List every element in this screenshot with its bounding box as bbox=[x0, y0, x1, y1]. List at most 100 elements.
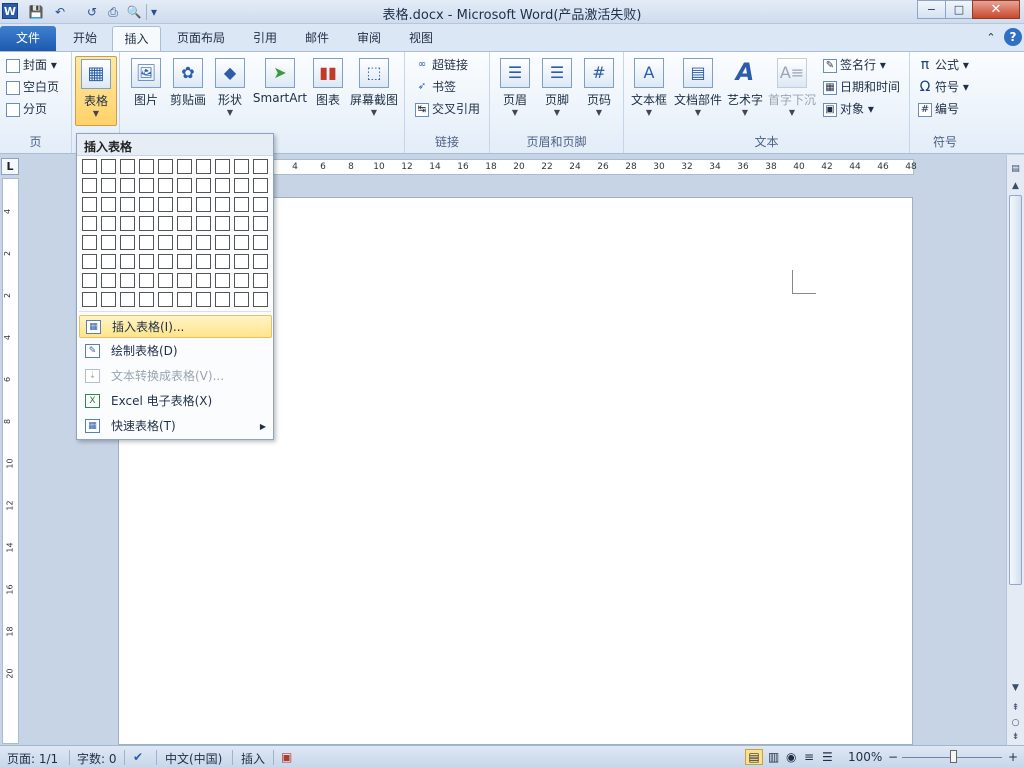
table-grid-cell[interactable] bbox=[177, 254, 192, 269]
table-grid-cell[interactable] bbox=[101, 159, 116, 174]
table-grid-cell[interactable] bbox=[139, 178, 154, 193]
table-grid-cell[interactable] bbox=[177, 292, 192, 307]
tab-mailings[interactable]: 邮件 bbox=[293, 26, 341, 51]
smartart-button[interactable]: ➤ SmartArt bbox=[252, 56, 308, 126]
page-number-button[interactable]: # 页码 ▼ bbox=[580, 56, 618, 126]
table-grid-cell[interactable] bbox=[215, 273, 230, 288]
table-grid-cell[interactable] bbox=[234, 292, 249, 307]
close-button[interactable]: ✕ bbox=[972, 0, 1020, 19]
crossref-button[interactable]: ↹ 交叉引用 bbox=[415, 99, 480, 119]
table-grid-cell[interactable] bbox=[177, 216, 192, 231]
table-grid-cell[interactable] bbox=[120, 159, 135, 174]
vertical-scrollbar[interactable]: ▤ ▲ ▼ ⇞ ○ ⇟ bbox=[1006, 155, 1024, 745]
tab-insert[interactable]: 插入 bbox=[112, 26, 161, 51]
scroll-down-button[interactable]: ▼ bbox=[1008, 680, 1023, 696]
table-grid-cell[interactable] bbox=[196, 178, 211, 193]
table-grid-cell[interactable] bbox=[215, 254, 230, 269]
table-grid-cell[interactable] bbox=[158, 197, 173, 212]
tab-references[interactable]: 引用 bbox=[241, 26, 289, 51]
tab-page-layout[interactable]: 页面布局 bbox=[168, 26, 234, 51]
next-page-button[interactable]: ⇟ bbox=[1008, 729, 1023, 745]
table-grid-cell[interactable] bbox=[215, 197, 230, 212]
equation-button[interactable]: π 公式 ▾ bbox=[918, 55, 969, 75]
menu-draw-table[interactable]: ✎ 绘制表格(D) bbox=[79, 340, 272, 363]
view-ruler-icon[interactable]: ▤ bbox=[1008, 161, 1023, 177]
vertical-ruler[interactable]: 4 2 2 4 6 8 10 12 14 16 18 20 bbox=[2, 178, 19, 744]
table-grid-cell[interactable] bbox=[139, 235, 154, 250]
number-button[interactable]: # 编号 bbox=[918, 99, 959, 119]
table-grid-cell[interactable] bbox=[139, 197, 154, 212]
bookmark-button[interactable]: ➶ 书签 bbox=[415, 77, 456, 97]
table-grid-cell[interactable] bbox=[82, 292, 97, 307]
table-grid-cell[interactable] bbox=[234, 216, 249, 231]
table-grid-cell[interactable] bbox=[215, 235, 230, 250]
signature-line-button[interactable]: ✎ 签名行 ▾ bbox=[823, 55, 886, 75]
picture-button[interactable]: 🖼 图片 bbox=[126, 56, 166, 126]
print-layout-view-icon[interactable]: ▤ bbox=[745, 749, 763, 765]
table-grid-cell[interactable] bbox=[82, 254, 97, 269]
menu-convert-text[interactable]: ⇣ 文本转换成表格(V)... bbox=[79, 365, 272, 388]
tab-home[interactable]: 开始 bbox=[61, 26, 109, 51]
table-grid-cell[interactable] bbox=[196, 216, 211, 231]
table-grid-cell[interactable] bbox=[139, 216, 154, 231]
table-grid-cell[interactable] bbox=[101, 235, 116, 250]
blank-page-button[interactable]: 空白页 bbox=[6, 77, 59, 97]
minimize-button[interactable]: − bbox=[917, 0, 946, 19]
table-grid-cell[interactable] bbox=[158, 292, 173, 307]
object-button[interactable]: ▣ 对象 ▾ bbox=[823, 99, 874, 119]
language-indicator[interactable]: 中文(中国) bbox=[165, 750, 222, 767]
table-grid-cell[interactable] bbox=[234, 235, 249, 250]
page-count[interactable]: 页面: 1/1 bbox=[7, 750, 58, 767]
table-grid-cell[interactable] bbox=[139, 254, 154, 269]
tab-selector[interactable]: L bbox=[1, 158, 19, 175]
table-grid-cell[interactable] bbox=[196, 197, 211, 212]
hyperlink-button[interactable]: ∞ 超链接 bbox=[415, 55, 468, 75]
table-grid-cell[interactable] bbox=[253, 197, 268, 212]
table-grid-cell[interactable] bbox=[120, 292, 135, 307]
table-grid-cell[interactable] bbox=[253, 254, 268, 269]
table-grid-cell[interactable] bbox=[253, 216, 268, 231]
chart-button[interactable]: ▮▮ 图表 bbox=[312, 56, 344, 126]
table-grid-cell[interactable] bbox=[234, 197, 249, 212]
table-button[interactable]: ▦ 表格 ▼ bbox=[75, 56, 117, 126]
table-grid-cell[interactable] bbox=[120, 197, 135, 212]
proofing-icon[interactable]: ✔ bbox=[133, 750, 143, 764]
table-grid-cell[interactable] bbox=[158, 178, 173, 193]
table-grid-cell[interactable] bbox=[253, 159, 268, 174]
tab-file[interactable]: 文件 bbox=[0, 26, 56, 51]
table-grid-cell[interactable] bbox=[139, 273, 154, 288]
scroll-thumb[interactable] bbox=[1009, 195, 1022, 585]
table-grid-cell[interactable] bbox=[196, 254, 211, 269]
table-grid-cell[interactable] bbox=[196, 273, 211, 288]
insert-mode[interactable]: 插入 bbox=[241, 750, 265, 767]
table-grid-cell[interactable] bbox=[253, 235, 268, 250]
menu-insert-table[interactable]: ▦ 插入表格(I)... bbox=[79, 315, 272, 338]
symbol-button[interactable]: Ω 符号 ▾ bbox=[918, 77, 969, 97]
table-grid-cell[interactable] bbox=[120, 273, 135, 288]
outline-view-icon[interactable]: ≡ bbox=[804, 750, 814, 764]
table-grid-cell[interactable] bbox=[82, 178, 97, 193]
wordart-button[interactable]: A 艺术字 ▼ bbox=[725, 56, 765, 126]
scroll-up-button[interactable]: ▲ bbox=[1008, 178, 1023, 194]
footer-button[interactable]: ☰ 页脚 ▼ bbox=[538, 56, 576, 126]
table-grid-cell[interactable] bbox=[82, 235, 97, 250]
table-grid-cell[interactable] bbox=[196, 235, 211, 250]
web-layout-view-icon[interactable]: ◉ bbox=[786, 750, 796, 764]
macro-record-icon[interactable]: ▣ bbox=[281, 750, 292, 764]
table-grid-cell[interactable] bbox=[234, 178, 249, 193]
header-button[interactable]: ☰ 页眉 ▼ bbox=[496, 56, 534, 126]
table-grid-cell[interactable] bbox=[215, 292, 230, 307]
table-grid-cell[interactable] bbox=[196, 159, 211, 174]
table-grid-cell[interactable] bbox=[120, 235, 135, 250]
word-count[interactable]: 字数: 0 bbox=[77, 750, 117, 767]
table-grid-cell[interactable] bbox=[158, 235, 173, 250]
cover-page-button[interactable]: 封面 ▾ bbox=[6, 55, 57, 75]
help-icon[interactable]: ? bbox=[1004, 28, 1022, 46]
dropcap-button[interactable]: A≡ 首字下沉 ▼ bbox=[767, 56, 817, 126]
table-grid-cell[interactable] bbox=[82, 159, 97, 174]
table-grid-cell[interactable] bbox=[158, 216, 173, 231]
table-grid-cell[interactable] bbox=[158, 254, 173, 269]
table-grid-cell[interactable] bbox=[139, 292, 154, 307]
table-grid-cell[interactable] bbox=[177, 178, 192, 193]
table-grid-cell[interactable] bbox=[234, 159, 249, 174]
